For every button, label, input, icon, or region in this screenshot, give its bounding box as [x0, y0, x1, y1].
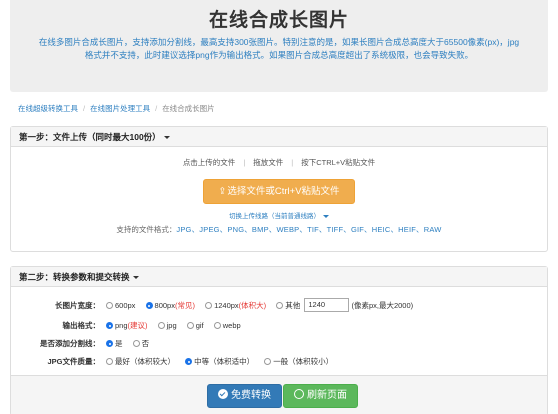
page-header: 在线合成长图片 在线多图片合成长图片，支持添加分割线，最高支持300张图片。特别…: [10, 0, 548, 92]
tab-click-upload[interactable]: 点击上传的文件: [183, 158, 236, 167]
tab-paste[interactable]: 按下CTRL+V粘贴文件: [301, 158, 375, 167]
radio-icon: [186, 322, 194, 329]
refresh-button[interactable]: 刷新页面: [283, 384, 358, 408]
caret-down-icon: [323, 214, 329, 218]
radio-selected-icon: [106, 340, 113, 347]
width-option-800[interactable]: 800px(常见): [145, 301, 195, 310]
radio-selected-icon: [185, 358, 193, 365]
width-row: 长图片宽度： 600px 800px(常见) 1240px(体积大) 其他 12…: [11, 298, 547, 313]
quality-label: JPG文件质量：: [47, 357, 100, 366]
format-options: png(建议) jpg gif webp: [106, 319, 249, 333]
convert-panel-header[interactable]: 第二步：转换参数和提交转换: [11, 267, 547, 287]
radio-icon: [205, 302, 213, 309]
select-file-button[interactable]: ⇪选择文件或Ctrl+V粘贴文件: [203, 179, 355, 204]
supported-formats: 支持的文件格式：JPG、JPEG、PNG、BMP、WEBP、TIF、TIFF、G…: [11, 224, 547, 235]
radio-icon: [276, 302, 284, 309]
custom-width-input[interactable]: 1240: [304, 298, 350, 313]
radio-icon: [132, 340, 140, 347]
breadcrumb-link-image-tools[interactable]: 在线图片处理工具: [90, 104, 150, 113]
caret-down-icon: [132, 276, 139, 280]
format-option-webp[interactable]: webp: [213, 321, 241, 330]
upload-method-tabs: 点击上传的文件 | 拖放文件 | 按下CTRL+V粘贴文件: [182, 158, 376, 167]
divider-option-no[interactable]: 否: [132, 339, 149, 348]
breadcrumb-current: 在线合成长图片: [162, 104, 215, 113]
upload-panel-header[interactable]: 第一步：文件上传（同时最大100份）: [11, 127, 547, 147]
radio-icon: [106, 358, 113, 365]
divider-label: 是否添加分割线：: [40, 339, 100, 348]
breadcrumb-link-converter[interactable]: 在线超级转换工具: [18, 104, 78, 113]
page-title: 在线合成长图片: [208, 9, 349, 31]
switch-line-toggle[interactable]: 切换上传线路（当前普通线路）: [11, 210, 547, 220]
select-file-label: 选择文件或Ctrl+V粘贴文件: [227, 186, 340, 197]
divider-row: 是否添加分割线： 是 否: [11, 337, 547, 351]
divider-options: 是 否: [106, 337, 157, 351]
quality-option-medium[interactable]: 中等（体积适中）: [185, 357, 254, 366]
upload-panel-title: 第一步：文件上传（同时最大100份）: [19, 132, 161, 142]
formats-label: 支持的文件格式：: [116, 225, 177, 234]
width-option-1240[interactable]: 1240px(体积大): [205, 301, 266, 310]
radio-icon: [157, 322, 165, 329]
width-option-other[interactable]: 其他: [276, 301, 300, 310]
convert-panel-title: 第二步：转换参数和提交转换: [19, 272, 130, 282]
caret-down-icon: [163, 136, 170, 140]
tab-drag-drop[interactable]: 拖放文件: [253, 158, 283, 167]
width-label: 长图片宽度：: [55, 301, 100, 310]
radio-icon: [264, 358, 272, 365]
format-option-gif[interactable]: gif: [186, 321, 204, 330]
convert-panel: 第二步：转换参数和提交转换 长图片宽度： 600px 800px(常见) 124…: [10, 266, 548, 414]
format-row: 输出格式： png(建议) jpg gif webp: [11, 319, 547, 333]
quality-options: 最好（体积较大） 中等（体积适中） 一般（体积较小）: [106, 355, 341, 369]
switch-line-label: 切换上传线路（当前普通线路）: [229, 213, 320, 220]
convert-actions: 免费转换 刷新页面: [11, 375, 547, 414]
radio-icon: [106, 302, 113, 309]
radio-selected-icon: [106, 322, 113, 329]
format-option-png[interactable]: png(建议): [106, 321, 148, 330]
refresh-icon: [294, 389, 304, 399]
width-option-600[interactable]: 600px: [106, 301, 135, 310]
upload-icon: ⇪: [218, 186, 227, 197]
divider-option-yes[interactable]: 是: [106, 339, 123, 348]
radio-selected-icon: [145, 302, 153, 309]
upload-panel: 第一步：文件上传（同时最大100份） 点击上传的文件 | 拖放文件 | 按下CTRL+V…: [10, 126, 548, 252]
format-label: 输出格式：: [62, 321, 101, 330]
breadcrumb: 在线超级转换工具 / 在线图片处理工具 / 在线合成长图片: [18, 104, 215, 113]
convert-button[interactable]: 免费转换: [207, 384, 282, 408]
format-option-jpg[interactable]: jpg: [157, 321, 177, 330]
width-unit-hint: (像素px,最大2000): [351, 301, 414, 310]
quality-option-normal[interactable]: 一般（体积较小）: [264, 357, 333, 366]
radio-icon: [213, 322, 221, 329]
quality-option-best[interactable]: 最好（体积较大）: [106, 357, 175, 366]
quality-row: JPG文件质量： 最好（体积较大） 中等（体积适中） 一般（体积较小）: [11, 355, 547, 369]
page-description: 在线多图片合成长图片，支持添加分割线，最高支持300张图片。特别注意的是，如果长…: [38, 37, 520, 60]
formats-list: JPG、JPEG、PNG、BMP、WEBP、TIF、TIFF、GIF、HEIC、…: [176, 225, 442, 234]
width-options: 600px 800px(常见) 1240px(体积大) 其他 1240 (像素p…: [106, 298, 414, 313]
check-circle-icon: [218, 389, 228, 399]
